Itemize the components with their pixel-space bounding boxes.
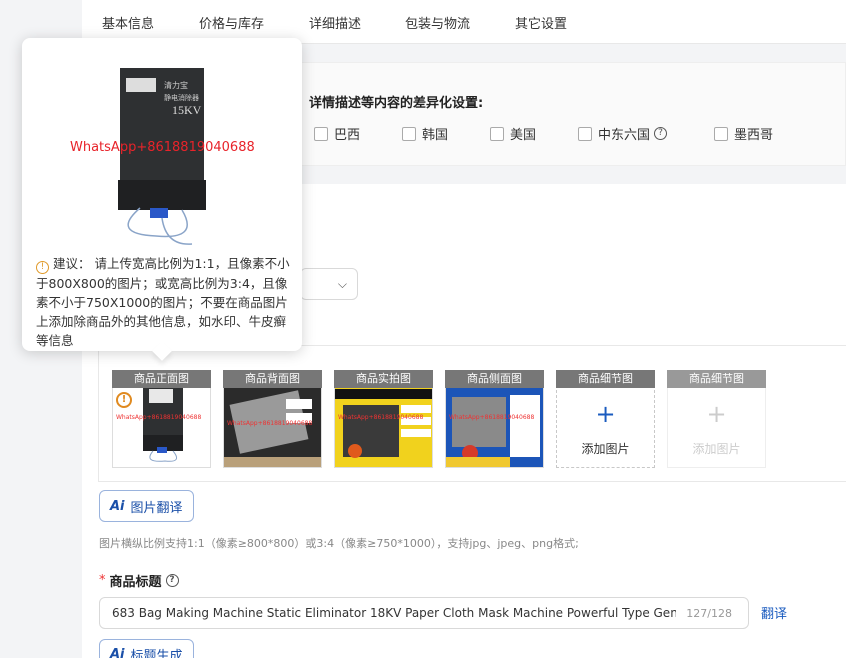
image-slot-detail-add[interactable]: 商品细节图 + 添加图片 xyxy=(556,370,655,468)
watermark-text: WhatsApp+8618819040688 xyxy=(70,140,255,155)
checkbox-label: 巴西 xyxy=(334,128,361,143)
image-translate-button[interactable]: Ai 图片翻译 xyxy=(99,490,194,522)
add-image-label: 添加图片 xyxy=(692,442,741,456)
image-translate-label: 图片翻译 xyxy=(130,500,183,516)
ai-icon: Ai xyxy=(110,498,125,514)
image-format-hint: 图片横纵比例支持1:1（像素≥800*800）或3:4（像素≥750*1000）… xyxy=(99,537,579,550)
checkbox-box[interactable] xyxy=(490,126,504,141)
image-slot-front[interactable]: 商品正面图 ! WhatsApp+8618819040688 xyxy=(112,370,211,468)
image-tip-text: ! 建议： 请上传宽高比例为1:1，且像素不小于800X800的图片；或宽高比例为… xyxy=(36,254,294,350)
product-preview-image: 清力宝 静电消除器 15KV xyxy=(70,58,250,258)
required-mark: * xyxy=(99,573,106,588)
checkbox-box[interactable] xyxy=(402,126,416,141)
add-image-label[interactable]: 添加图片 xyxy=(556,440,655,457)
product-title-input[interactable]: 683 Bag Making Machine Static Eliminator… xyxy=(99,597,749,629)
char-counter: 127/128 xyxy=(686,607,732,620)
brand-text: 清力宝 xyxy=(164,80,188,90)
image-preview-popover: 清力宝 静电消除器 15KV WhatsApp+8618819040688 ! 建… xyxy=(22,38,302,361)
help-icon[interactable]: ? xyxy=(165,574,179,587)
watermark-text: WhatsApp+8618819040688 xyxy=(338,414,424,421)
checkbox-box[interactable] xyxy=(578,126,592,141)
checkbox-usa[interactable]: 美国 xyxy=(490,124,536,143)
checkbox-label: 中东六国 xyxy=(598,128,651,143)
tab-packaging-logistics[interactable]: 包装与物流 xyxy=(405,13,470,32)
voltage-text: 15KV xyxy=(172,103,202,117)
dropdown-select[interactable]: ⌵ xyxy=(300,268,358,300)
product-title-value[interactable]: 683 Bag Making Machine Static Eliminator… xyxy=(112,606,676,620)
market-diff-title: 详情描述等内容的差异化设置: xyxy=(309,96,484,111)
image-slot-back[interactable]: 商品背面图 WhatsApp+8618819040688 xyxy=(223,370,322,468)
checkbox-middle-east[interactable]: 中东六国? xyxy=(578,124,668,143)
chevron-down-icon: ⌵ xyxy=(337,277,347,291)
ai-icon: Ai xyxy=(110,646,125,658)
tab-detail-description[interactable]: 详细描述 xyxy=(309,13,361,32)
slot-label: 商品正面图 xyxy=(112,370,211,388)
checkbox-korea[interactable]: 韩国 xyxy=(402,124,448,143)
tip-text: 建议： 请上传宽高比例为1:1，且像素不小于800X800的图片；或宽高比例为3… xyxy=(36,256,290,348)
checkbox-label: 韩国 xyxy=(422,128,449,143)
tab-other-settings[interactable]: 其它设置 xyxy=(515,13,567,32)
title-translate-link[interactable]: 翻译 xyxy=(761,603,787,622)
watermark-text: WhatsApp+8618819040688 xyxy=(449,414,535,421)
title-generate-button[interactable]: Ai 标题生成 xyxy=(99,639,194,658)
plus-icon: + xyxy=(706,400,727,428)
watermark-text: WhatsApp+8618819040688 xyxy=(227,420,313,427)
checkbox-label: 墨西哥 xyxy=(734,128,774,143)
checkbox-mexico[interactable]: 墨西哥 xyxy=(714,124,773,143)
image-slot-real-shot[interactable]: 商品实拍图 WhatsApp+8618819040688 xyxy=(334,370,433,468)
tab-basic-info[interactable]: 基本信息 xyxy=(102,13,154,32)
image-slot-side[interactable]: 商品侧面图 WhatsApp+8618819040688 xyxy=(445,370,544,468)
slot-label: 商品实拍图 xyxy=(334,370,433,388)
product-title-label-text: 商品标题 xyxy=(109,575,162,590)
title-generate-label: 标题生成 xyxy=(130,648,183,658)
plus-icon[interactable]: + xyxy=(556,400,655,428)
warning-icon: ! xyxy=(36,261,49,274)
image-slot-detail-add-disabled: 商品细节图 + 添加图片 xyxy=(667,370,766,468)
product-label-text: 静电消除器 xyxy=(164,93,199,102)
slot-label: 商品细节图 xyxy=(556,370,655,388)
checkbox-box[interactable] xyxy=(714,126,728,141)
warning-icon: ! xyxy=(116,392,132,408)
checkbox-box[interactable] xyxy=(314,126,328,141)
checkbox-brazil[interactable]: 巴西 xyxy=(314,124,360,143)
slot-label: 商品侧面图 xyxy=(445,370,544,388)
checkbox-label: 美国 xyxy=(510,128,537,143)
slot-label: 商品细节图 xyxy=(667,370,766,388)
watermark-text: WhatsApp+8618819040688 xyxy=(116,414,202,421)
slot-label: 商品背面图 xyxy=(223,370,322,388)
help-icon[interactable]: ? xyxy=(654,127,668,140)
product-title-label: * 商品标题 ? xyxy=(99,571,179,590)
tab-price-stock[interactable]: 价格与库存 xyxy=(199,13,264,32)
